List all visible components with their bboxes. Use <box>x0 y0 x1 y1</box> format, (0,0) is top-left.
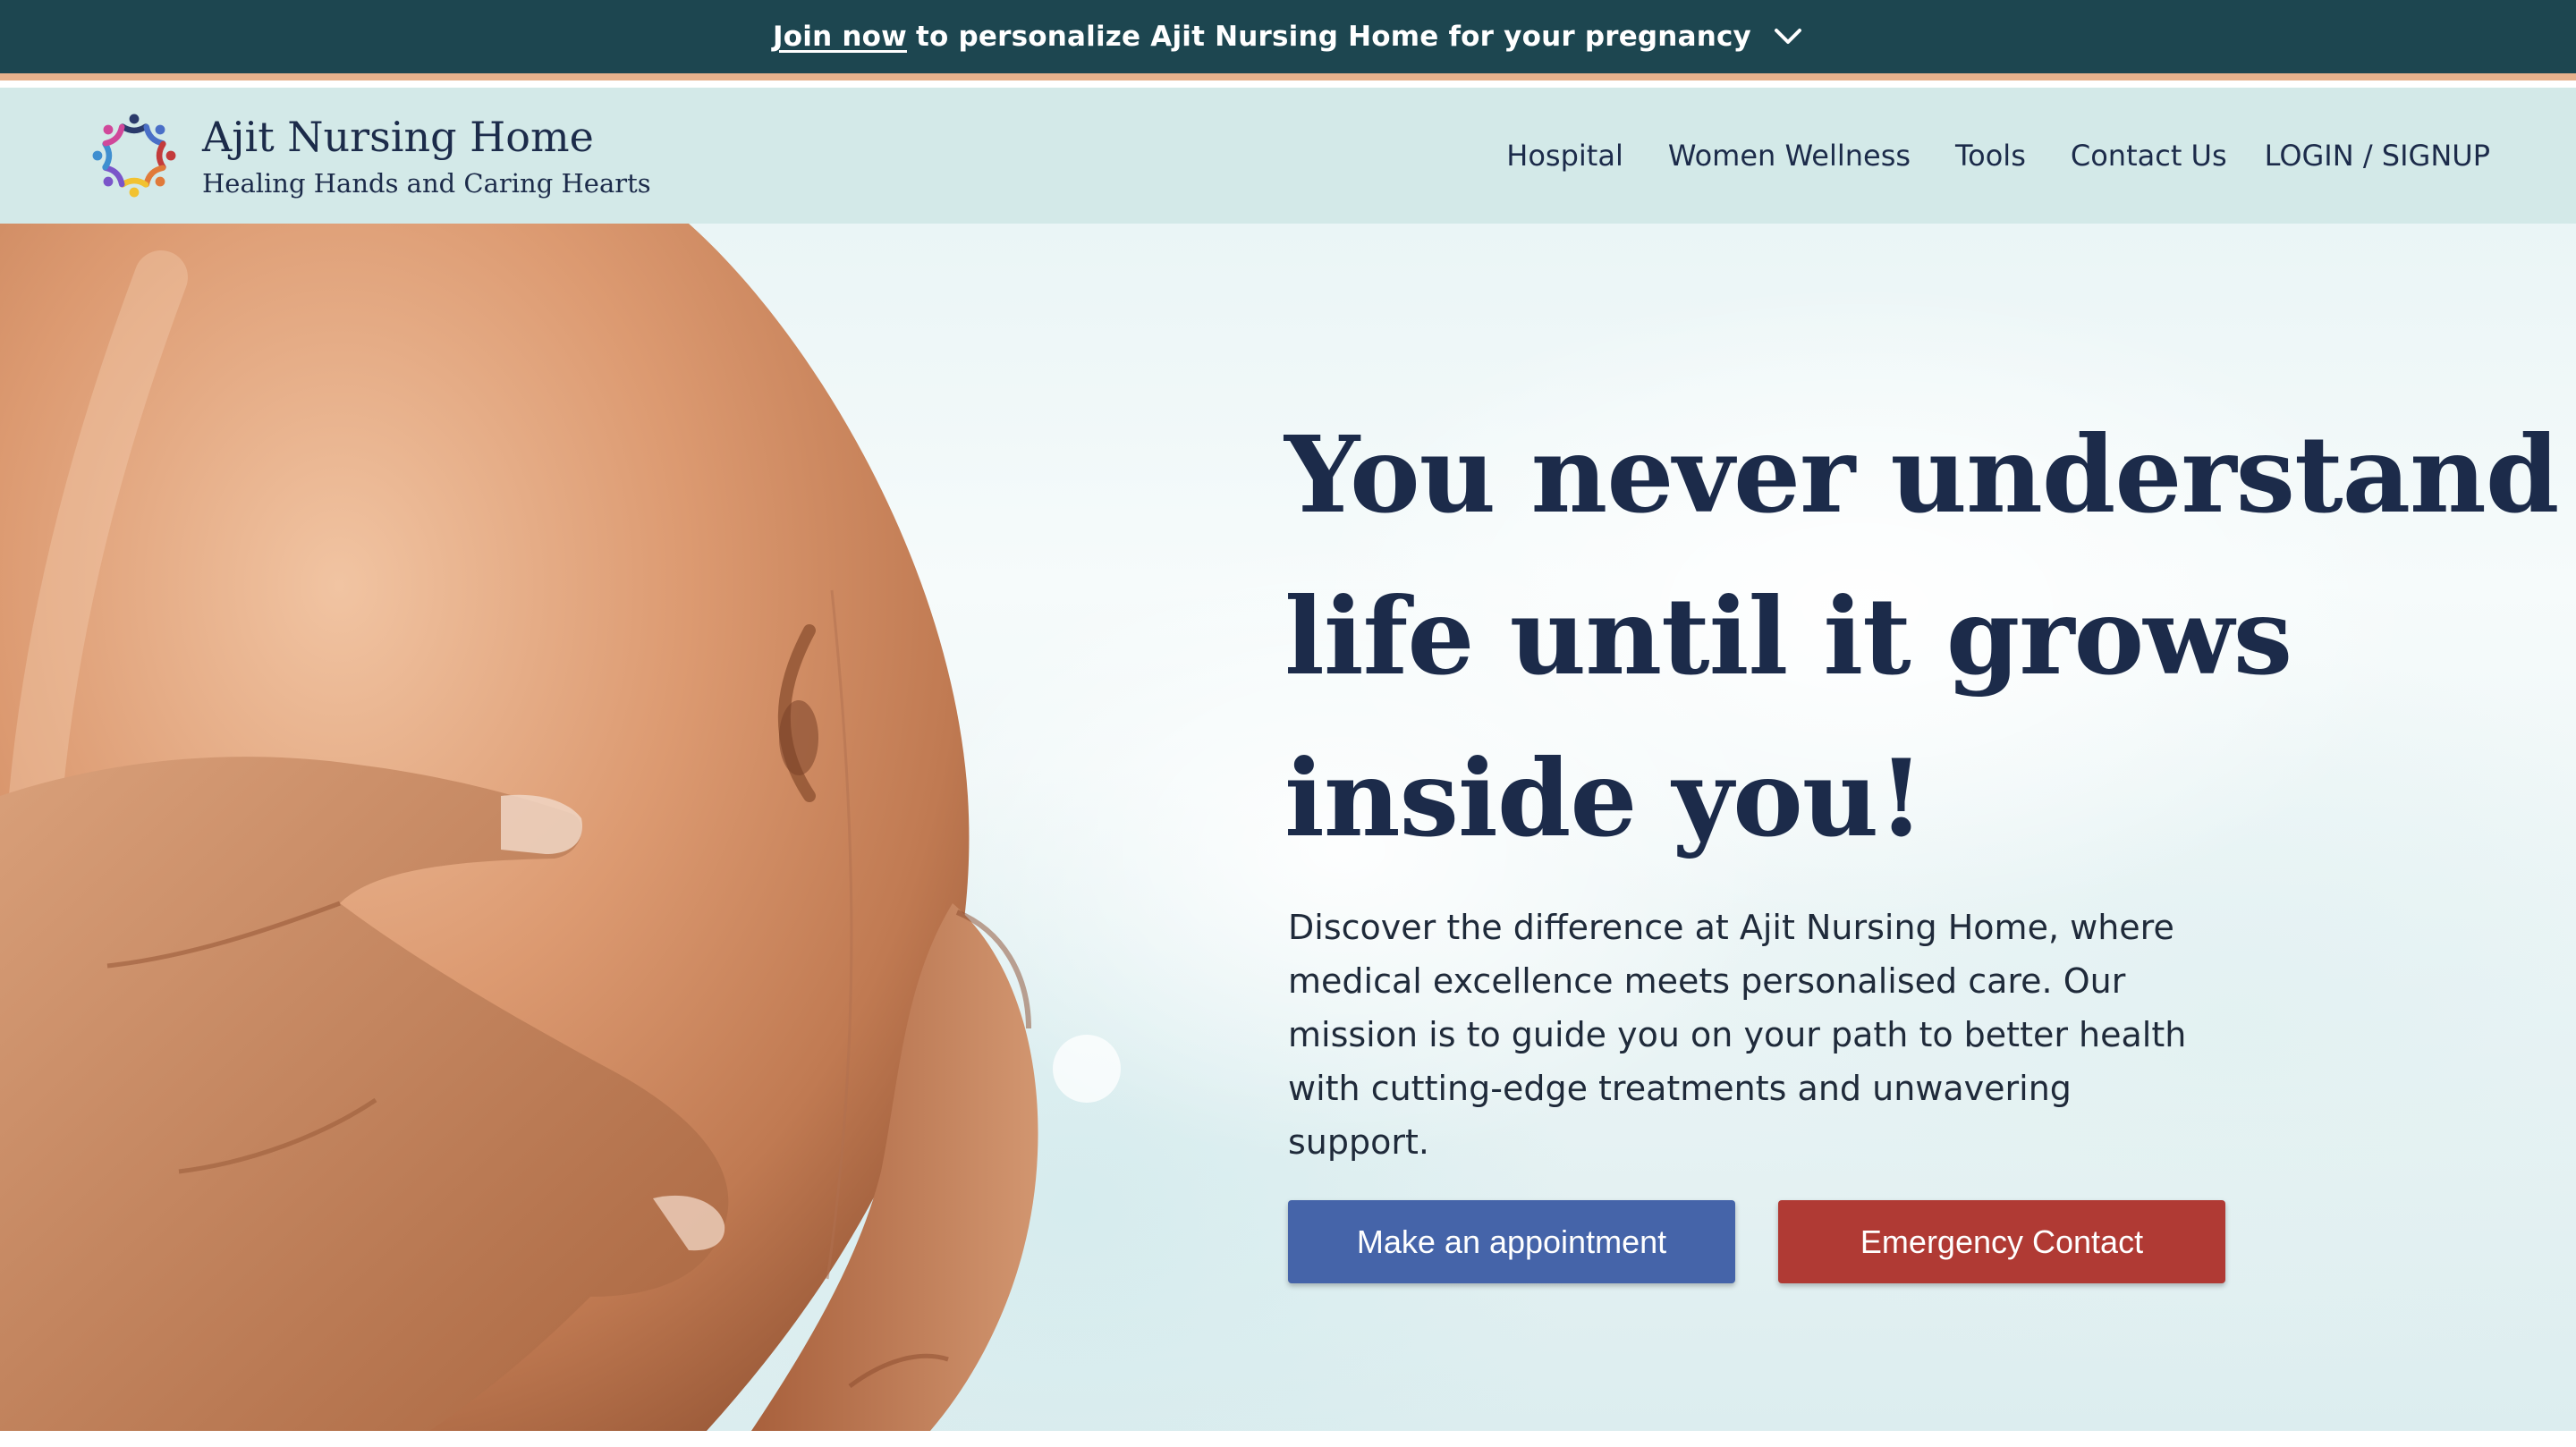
hero-headline-line: You never understand <box>1284 412 2559 537</box>
nav-item-login-signup[interactable]: LOGIN / SIGNUP <box>2265 139 2490 173</box>
brand-name: Ajit Nursing Home <box>202 113 594 161</box>
hero-headline: You never understand life until it grows… <box>1284 393 2559 879</box>
chevron-down-icon[interactable] <box>1773 27 1803 47</box>
announcement-text: to personalize Ajit Nursing Home for you… <box>915 21 1751 53</box>
nav-item-hospital[interactable]: Hospital <box>1506 139 1623 173</box>
nav-item-contact-us[interactable]: Contact Us <box>2071 139 2227 173</box>
nav-item-tools[interactable]: Tools <box>1955 139 2026 173</box>
pregnant-belly-photo <box>0 224 1121 1431</box>
join-now-link[interactable]: Join now <box>773 21 907 53</box>
hero-section: You never understand life until it grows… <box>0 224 2576 1431</box>
brand[interactable]: Ajit Nursing Home Healing Hands and Cari… <box>86 107 651 204</box>
site-header: Ajit Nursing Home Healing Hands and Cari… <box>0 88 2576 224</box>
brand-text: Ajit Nursing Home Healing Hands and Cari… <box>202 112 651 199</box>
hero-intro-text: Discover the difference at Ajit Nursing … <box>1288 908 2187 1162</box>
brand-tagline: Healing Hands and Caring Hearts <box>202 168 651 199</box>
make-appointment-button[interactable]: Make an appointment <box>1288 1200 1735 1283</box>
page-bottom-edge <box>0 1431 2576 1447</box>
emergency-contact-button[interactable]: Emergency Contact <box>1778 1200 2225 1283</box>
people-circle-logo <box>92 114 176 198</box>
hero-headline-line: inside you! <box>1284 736 1924 860</box>
nav-item-women-wellness[interactable]: Women Wellness <box>1668 139 1911 173</box>
announcement-bar: Join now to personalize Ajit Nursing Hom… <box>0 0 2576 80</box>
hero-headline-line: life until it grows <box>1284 574 2292 698</box>
main-nav: Hospital Women Wellness Tools Contact Us… <box>1462 88 2490 224</box>
